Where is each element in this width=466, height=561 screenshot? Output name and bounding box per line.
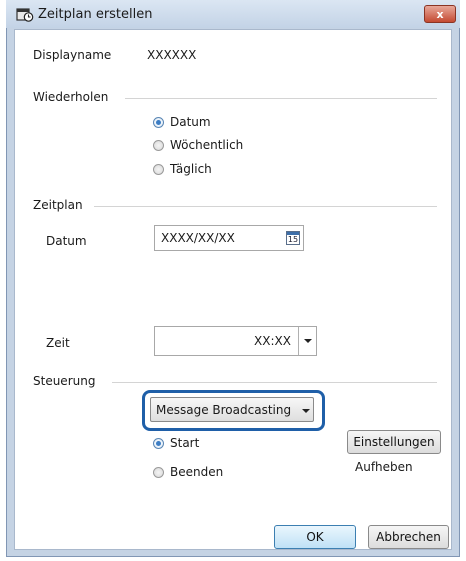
close-icon: x: [436, 7, 444, 21]
window-title: Zeitplan erstellen: [38, 7, 153, 22]
chevron-down-icon[interactable]: [304, 339, 312, 343]
date-field[interactable]: XXXX/XX/XX 15: [154, 225, 304, 251]
ok-button[interactable]: OK: [274, 525, 356, 549]
control-radio-start[interactable]: [153, 438, 164, 449]
control-option-stop-label: Beenden: [170, 465, 224, 479]
repeat-option-date-label: Datum: [170, 115, 211, 129]
date-value: XXXX/XX/XX: [161, 231, 235, 245]
control-group-label: Steuerung: [33, 374, 96, 388]
settings-button[interactable]: Einstellungen: [347, 430, 441, 454]
cancel-settings-label: Aufheben: [355, 460, 413, 474]
repeat-group-divider: [125, 98, 437, 99]
close-button[interactable]: x: [424, 5, 456, 23]
control-option-start-label: Start: [170, 436, 200, 450]
displayname-label: Displayname: [33, 48, 112, 62]
control-dropdown-value: Message Broadcasting: [156, 403, 292, 417]
displayname-value: XXXXXX: [147, 48, 197, 62]
date-label: Datum: [46, 234, 87, 248]
chevron-down-icon: [302, 409, 310, 413]
time-field[interactable]: XX:XX: [154, 326, 317, 356]
time-label: Zeit: [46, 336, 70, 350]
time-spinner-divider: [298, 327, 299, 355]
control-dropdown[interactable]: Message Broadcasting: [150, 397, 314, 422]
repeat-radio-weekly[interactable]: [153, 140, 164, 151]
calendar-icon[interactable]: 15: [286, 231, 300, 245]
repeat-group-label: Wiederholen: [33, 90, 109, 104]
control-group-divider: [112, 382, 437, 383]
repeat-radio-date[interactable]: [153, 117, 164, 128]
schedule-group-divider: [94, 206, 437, 207]
schedule-group-label: Zeitplan: [33, 198, 83, 212]
schedule-app-icon: [16, 6, 34, 22]
calendar-icon-day: 15: [287, 235, 299, 244]
control-radio-stop[interactable]: [153, 467, 164, 478]
repeat-option-daily-label: Täglich: [170, 162, 212, 176]
cancel-button[interactable]: Abbrechen: [368, 525, 449, 549]
repeat-radio-daily[interactable]: [153, 164, 164, 175]
repeat-option-weekly-label: Wöchentlich: [170, 138, 244, 152]
time-value: XX:XX: [254, 334, 291, 348]
